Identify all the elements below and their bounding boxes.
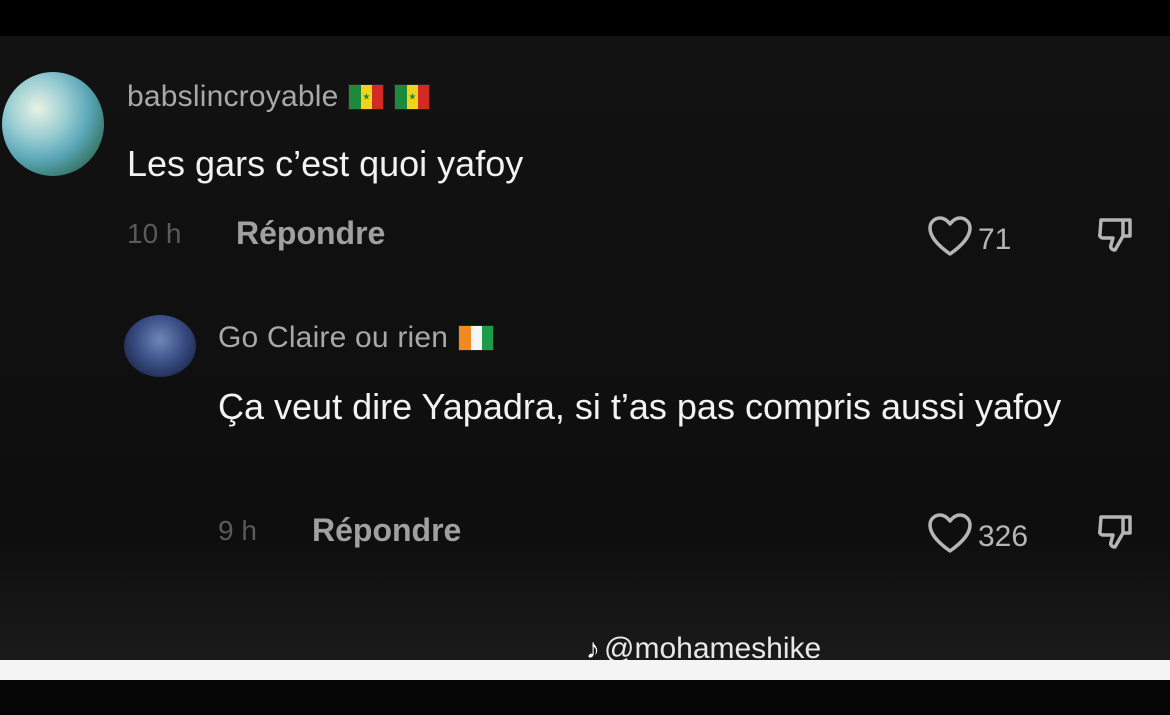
top-letterbox [0, 0, 1170, 36]
comment-text: Les gars c’est quoi yafoy [127, 143, 524, 184]
username-label: Go Claire ou rien [218, 321, 449, 354]
senegal-flag-icon: ★ [394, 84, 431, 110]
heart-icon [926, 511, 974, 563]
reply-button[interactable]: Répondre [236, 215, 385, 252]
comment-username[interactable]: Go Claire ou rien [218, 321, 495, 355]
like-button[interactable]: 326 [926, 511, 1028, 563]
thumbs-down-icon [1095, 218, 1135, 258]
bottom-letterbox [0, 680, 1170, 715]
dislike-button[interactable] [1095, 511, 1135, 556]
heart-icon [926, 214, 974, 266]
like-count: 71 [978, 223, 1012, 256]
comment-timestamp: 9 h [218, 515, 257, 546]
comment-timestamp: 10 h [127, 218, 182, 249]
reply-button[interactable]: Répondre [312, 512, 461, 549]
comment-text: Ça veut dire Yapadra, si t’as pas compri… [218, 386, 1062, 427]
comment-username[interactable]: babslincroyable ★ ★ [127, 80, 431, 114]
username-label: babslincroyable [127, 80, 339, 113]
ivory-coast-flag-icon [458, 325, 495, 351]
avatar[interactable] [124, 315, 196, 377]
dislike-button[interactable] [1095, 214, 1135, 259]
senegal-flag-icon: ★ [348, 84, 385, 110]
like-button[interactable]: 71 [926, 214, 1011, 266]
thumbs-down-icon [1095, 515, 1135, 555]
like-count: 326 [978, 520, 1029, 553]
avatar[interactable] [2, 72, 104, 176]
bottom-white-strip [0, 660, 1170, 680]
